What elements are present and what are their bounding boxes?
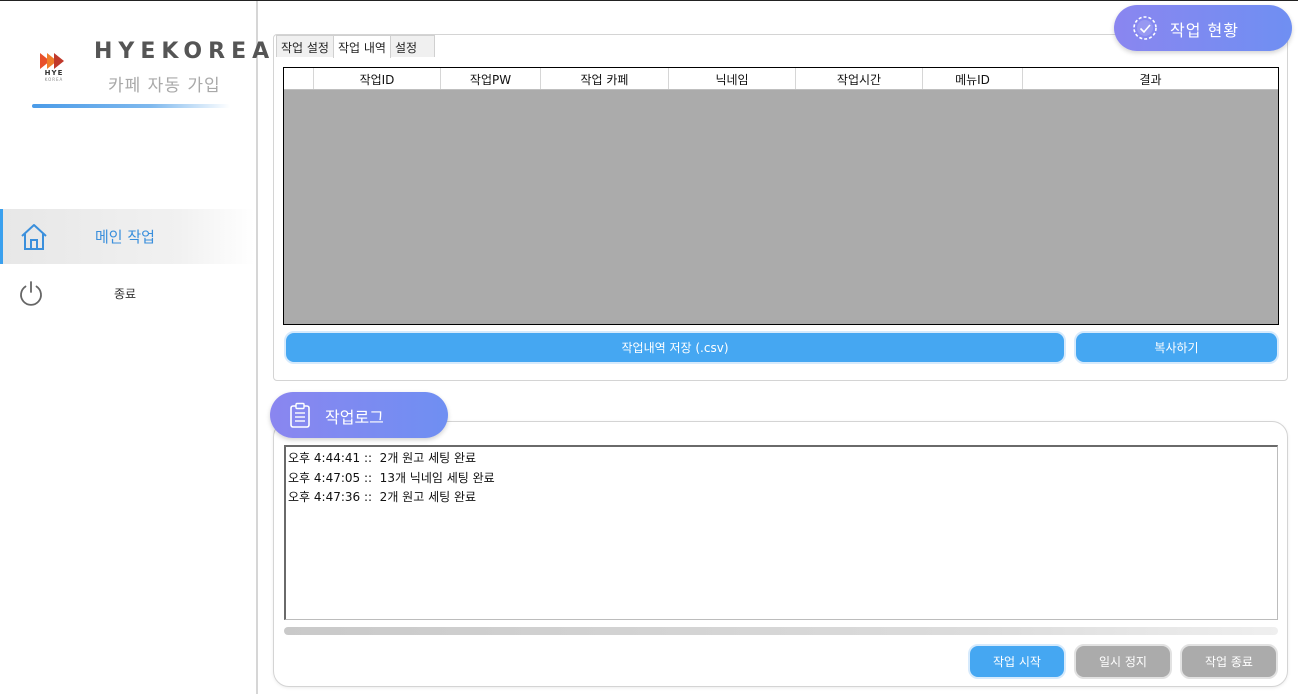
log-textarea[interactable]: 오후 4:44:41 :: 2개 원고 세팅 완료 오후 4:47:05 :: … <box>284 445 1278 620</box>
tab-settings[interactable]: 설정 <box>389 35 435 57</box>
tab-work-history[interactable]: 작업 내역 <box>332 35 391 58</box>
power-icon <box>15 277 47 309</box>
log-line: 오후 4:47:05 :: 13개 닉네임 세팅 완료 <box>288 470 495 485</box>
table-header-cell[interactable]: 결과 <box>1023 68 1278 89</box>
tab-bar: 작업 설정 작업 내역 설정 <box>276 35 435 58</box>
logo-mini-text: HYE <box>44 69 64 77</box>
logo-mini-subtext: KOREA <box>44 77 64 82</box>
status-badge-label: 작업 현황 <box>1170 21 1239 40</box>
status-badge: 작업 현황 <box>1114 5 1292 51</box>
tab-work-settings[interactable]: 작업 설정 <box>276 35 334 57</box>
log-line: 오후 4:47:36 :: 2개 원고 세팅 완료 <box>288 490 477 504</box>
history-table[interactable]: 작업ID 작업PW 작업 카페 닉네임 작업시간 메뉴ID 결과 <box>283 67 1279 325</box>
table-header-cell[interactable]: 메뉴ID <box>923 68 1023 89</box>
sidebar-item-exit[interactable]: 종료 <box>0 267 255 319</box>
sidebar-item-label: 종료 <box>114 286 137 301</box>
app-window: HYE KOREA HYEKOREA 카페 자동 가입 메인 작업 종료 작업 … <box>0 0 1298 694</box>
log-line: 오후 4:44:41 :: 2개 원고 세팅 완료 <box>288 451 477 465</box>
log-horizontal-scrollbar[interactable] <box>284 627 1278 635</box>
table-header-cell[interactable]: 작업ID <box>314 68 441 89</box>
brand-subtitle: 카페 자동 가입 <box>108 76 221 96</box>
check-circle-icon <box>1132 15 1158 41</box>
sidebar: HYE KOREA HYEKOREA 카페 자동 가입 메인 작업 종료 <box>0 1 269 694</box>
log-badge-label: 작업로그 <box>325 408 384 427</box>
table-header-cell[interactable]: 작업시간 <box>796 68 923 89</box>
home-icon <box>18 221 50 253</box>
table-header-cell[interactable]: 작업PW <box>441 68 541 89</box>
brand-underline <box>32 104 230 108</box>
start-work-button[interactable]: 작업 시작 <box>968 644 1066 679</box>
save-csv-button[interactable]: 작업내역 저장 (.csv) <box>284 331 1066 364</box>
table-header: 작업ID 작업PW 작업 카페 닉네임 작업시간 메뉴ID 결과 <box>284 68 1278 90</box>
log-badge: 작업로그 <box>270 392 448 438</box>
clipboard-icon <box>289 402 311 428</box>
sidebar-item-main-work[interactable]: 메인 작업 <box>0 209 255 264</box>
logo-mark-icon: HYE KOREA <box>38 49 70 83</box>
sidebar-item-label: 메인 작업 <box>95 228 155 246</box>
brand-title: HYEKOREA <box>94 39 276 64</box>
pause-button[interactable]: 일시 정지 <box>1074 644 1172 679</box>
table-header-cell[interactable]: 닉네임 <box>669 68 796 89</box>
table-header-cell[interactable] <box>284 68 314 89</box>
table-header-cell[interactable]: 작업 카페 <box>541 68 669 89</box>
copy-button[interactable]: 복사하기 <box>1074 331 1279 364</box>
stop-work-button[interactable]: 작업 종료 <box>1180 644 1278 679</box>
